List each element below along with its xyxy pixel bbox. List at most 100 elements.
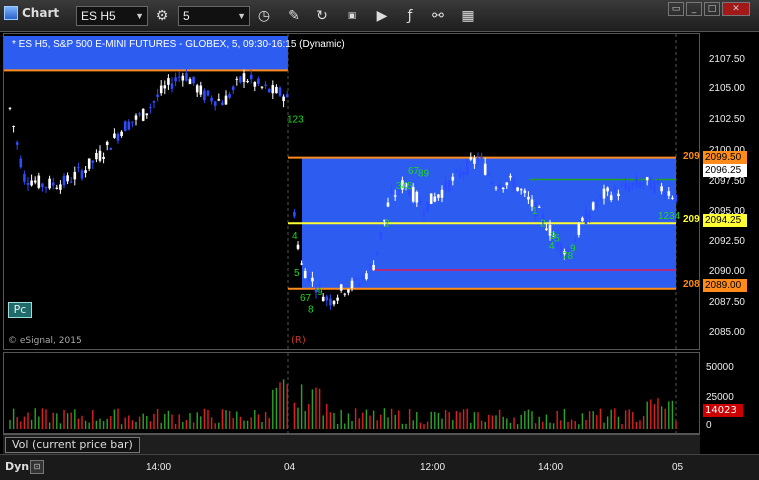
link-icon[interactable]: ⚯ xyxy=(428,6,448,26)
price-tick: 2087.50 xyxy=(708,297,745,308)
grid-icon[interactable]: ▦ xyxy=(458,6,478,26)
candle-body xyxy=(357,282,361,286)
profile-letter: 5 xyxy=(554,233,560,244)
window-title: Chart xyxy=(4,6,59,20)
candle-body xyxy=(465,160,469,175)
price-axis[interactable]: 2107.50 2105.00 2102.50 2100.00 2097.50 … xyxy=(700,33,759,350)
pencil-icon[interactable]: ✎ xyxy=(284,6,304,26)
candle-body xyxy=(473,158,476,164)
candle-body xyxy=(33,180,37,183)
candle-body xyxy=(275,86,278,94)
volume-pane[interactable] xyxy=(3,352,701,435)
last-price-label: 2096.25 xyxy=(703,164,747,177)
formula-icon[interactable]: ƒ xyxy=(400,6,420,26)
candle-body xyxy=(347,289,350,293)
candle-body xyxy=(188,79,192,85)
candle-body xyxy=(59,184,62,190)
candle-body xyxy=(138,113,141,115)
time-tick: 14:00 xyxy=(146,462,172,473)
price-chart[interactable]: 123 4 5 67 8 9 2 345 67 89 1 2 3 4 5 78 9 1234 * ES H5, S… xyxy=(3,33,701,351)
price-tick: 2102.50 xyxy=(708,114,745,125)
candle-body xyxy=(523,190,527,193)
symbol-input[interactable]: ES H5 ▼ xyxy=(76,6,148,26)
candle-body xyxy=(267,88,271,93)
poc-label: 209 xyxy=(683,214,700,225)
candle-body xyxy=(336,297,339,301)
candle-body xyxy=(253,82,257,87)
time-axis[interactable]: Dyn ⊡ 14:00 04 12:00 14:00 05 xyxy=(0,454,759,480)
candle-body xyxy=(505,182,509,186)
profile-letter: 1234 xyxy=(658,211,681,222)
candle-body xyxy=(66,175,69,182)
price-tick: 2107.50 xyxy=(708,54,745,65)
candle-body xyxy=(300,263,303,265)
interval-input[interactable]: 5 ▼ xyxy=(178,6,250,26)
lock-icon[interactable]: ⊡ xyxy=(30,460,44,474)
candle-body xyxy=(624,183,627,189)
price-tick: 2105.00 xyxy=(708,83,745,94)
candle-body xyxy=(606,187,609,192)
volume-tick: 0 xyxy=(706,420,712,431)
candle-body xyxy=(257,78,260,84)
candle-body xyxy=(149,106,152,108)
candle-body xyxy=(455,170,458,172)
candle-body xyxy=(199,85,203,95)
candle-body xyxy=(372,264,375,271)
candle-body xyxy=(379,232,383,239)
profile-letter: 123 xyxy=(287,115,304,126)
candle-body xyxy=(660,186,663,192)
play-icon[interactable]: ▶ xyxy=(372,6,392,26)
candle-body xyxy=(48,178,51,189)
candle-body xyxy=(296,244,300,249)
candle-body xyxy=(127,121,131,130)
candle-body xyxy=(329,298,332,306)
profile-letter: 67 xyxy=(300,293,312,304)
gif-icon[interactable]: ▣ xyxy=(342,6,362,26)
candle-body xyxy=(55,187,59,189)
close-button[interactable]: ✕ xyxy=(722,2,750,16)
pc-button[interactable]: Pc xyxy=(8,302,32,318)
candle-body xyxy=(325,296,329,301)
candle-body xyxy=(23,173,26,182)
candle-body xyxy=(462,172,465,175)
candle-body xyxy=(167,78,170,85)
candle-body xyxy=(512,180,516,188)
candle-body xyxy=(617,193,620,197)
clock-icon[interactable]: ◷ xyxy=(254,6,274,26)
price-chart-canvas[interactable]: 12345678923456789123457891234 xyxy=(4,34,701,351)
candle-body xyxy=(145,113,149,116)
candle-body xyxy=(282,96,285,102)
candle-body xyxy=(134,115,138,120)
candle-body xyxy=(375,251,379,254)
volume-axis[interactable]: 50000 25000 0 14023 xyxy=(700,352,759,434)
candle-body xyxy=(91,160,95,163)
candle-body xyxy=(501,187,505,190)
candle-body xyxy=(581,217,584,222)
minimize-button[interactable]: _ xyxy=(686,2,702,16)
price-tick: 2085.00 xyxy=(708,327,745,338)
profile-letter: 89 xyxy=(418,168,430,179)
dynamic-mode-label[interactable]: Dyn xyxy=(5,460,29,473)
window-menu-button[interactable]: ▭ xyxy=(668,2,684,16)
toolbar: Chart ES H5 ▼ ⚙ 5 ▼ ◷ ✎ ↻ ▣ ▶ ƒ ⚯ ▦ ▭ _ … xyxy=(0,0,759,32)
candle-body xyxy=(181,75,185,81)
candle-body xyxy=(451,176,455,181)
candle-body xyxy=(195,85,199,93)
candle-body xyxy=(37,175,41,188)
maximize-button[interactable]: □ xyxy=(704,2,720,16)
profile-letter: 345 xyxy=(396,181,413,192)
chart-window: Chart ES H5 ▼ ⚙ 5 ▼ ◷ ✎ ↻ ▣ ▶ ƒ ⚯ ▦ ▭ _ … xyxy=(0,0,759,480)
candle-body xyxy=(620,185,624,187)
volume-study-tab[interactable]: Vol (current price bar) xyxy=(5,437,140,453)
refresh-icon[interactable]: ↻ xyxy=(312,6,332,26)
gear-icon[interactable]: ⚙ xyxy=(152,6,172,26)
volume-canvas[interactable] xyxy=(4,353,701,435)
profile-letter: 5 xyxy=(294,268,300,279)
chevron-down-icon[interactable]: ▼ xyxy=(237,7,246,25)
candle-body xyxy=(224,95,228,105)
chevron-down-icon[interactable]: ▼ xyxy=(135,7,144,25)
candle-body xyxy=(123,121,127,132)
profile-letter: 2 xyxy=(384,218,390,229)
candle-body xyxy=(584,210,588,224)
candle-body xyxy=(159,85,163,94)
